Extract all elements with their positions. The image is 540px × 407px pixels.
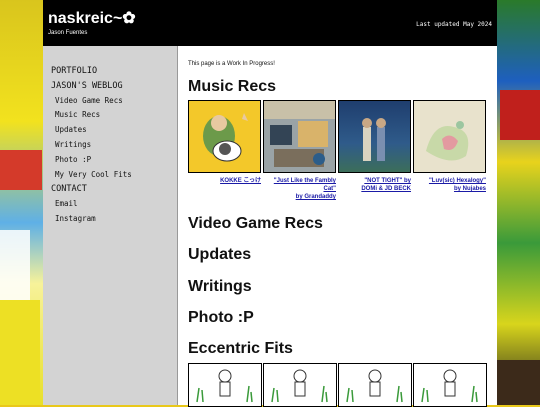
- last-updated: Last updated May 2024: [416, 21, 492, 28]
- sidebar-nav: PORTFOLIO JASON'S WEBLOG Video Game Recs…: [51, 64, 132, 227]
- fit-drawing[interactable]: [188, 363, 262, 407]
- album-card[interactable]: KOKKE こっけ: [188, 100, 261, 185]
- album-card[interactable]: "NOT TIGHT" by DOMi & JD BECK: [338, 100, 411, 193]
- updates-heading: Updates: [188, 246, 252, 263]
- nav-item-instagram[interactable]: Instagram: [51, 212, 132, 227]
- album-cover-grandaddy[interactable]: [263, 100, 336, 173]
- writings-heading: Writings: [188, 278, 252, 295]
- site-header: naskreic~✿ Jason Fuentes Last updated Ma…: [43, 0, 497, 46]
- nav-portfolio[interactable]: PORTFOLIO: [51, 64, 132, 79]
- album-caption[interactable]: KOKKE こっけ: [188, 177, 261, 185]
- nav-item-fits[interactable]: My Very Cool Fits: [51, 168, 132, 183]
- album-cover-not-tight[interactable]: [338, 100, 411, 173]
- nav-item-writings[interactable]: Writings: [51, 138, 132, 153]
- album-caption[interactable]: "Luv(sic) Hexalogy" by Nujabes: [413, 177, 486, 193]
- eccentric-fits-heading: Eccentric Fits: [188, 340, 293, 357]
- fit-drawing[interactable]: [263, 363, 337, 407]
- video-game-recs-heading: Video Game Recs: [188, 215, 323, 232]
- album-caption[interactable]: "Just Like the Fambly Cat" by Grandaddy: [263, 177, 336, 201]
- nav-item-video-game-recs[interactable]: Video Game Recs: [51, 94, 132, 109]
- album-card[interactable]: "Just Like the Fambly Cat" by Grandaddy: [263, 100, 336, 201]
- photo-heading: Photo :P: [188, 309, 254, 326]
- nav-item-email[interactable]: Email: [51, 197, 132, 212]
- wip-notice: This page is a Work In Progress!: [188, 61, 275, 67]
- album-cover-kokke[interactable]: [188, 100, 261, 173]
- site-subtitle: Jason Fuentes: [48, 30, 88, 36]
- album-caption[interactable]: "NOT TIGHT" by DOMi & JD BECK: [338, 177, 411, 193]
- sidebar: PORTFOLIO JASON'S WEBLOG Video Game Recs…: [43, 46, 178, 405]
- nav-contact[interactable]: CONTACT: [51, 182, 132, 197]
- nav-item-updates[interactable]: Updates: [51, 123, 132, 138]
- site-title[interactable]: naskreic~✿: [48, 8, 136, 28]
- music-recs-heading: Music Recs: [188, 78, 277, 95]
- fit-drawing[interactable]: [338, 363, 412, 407]
- nav-item-music-recs[interactable]: Music Recs: [51, 108, 132, 123]
- album-cover-nujabes[interactable]: [413, 100, 486, 173]
- nav-item-photo[interactable]: Photo :P: [51, 153, 132, 168]
- fit-drawing[interactable]: [413, 363, 487, 407]
- album-card[interactable]: "Luv(sic) Hexalogy" by Nujabes: [413, 100, 486, 193]
- nav-weblog[interactable]: JASON'S WEBLOG: [51, 79, 132, 94]
